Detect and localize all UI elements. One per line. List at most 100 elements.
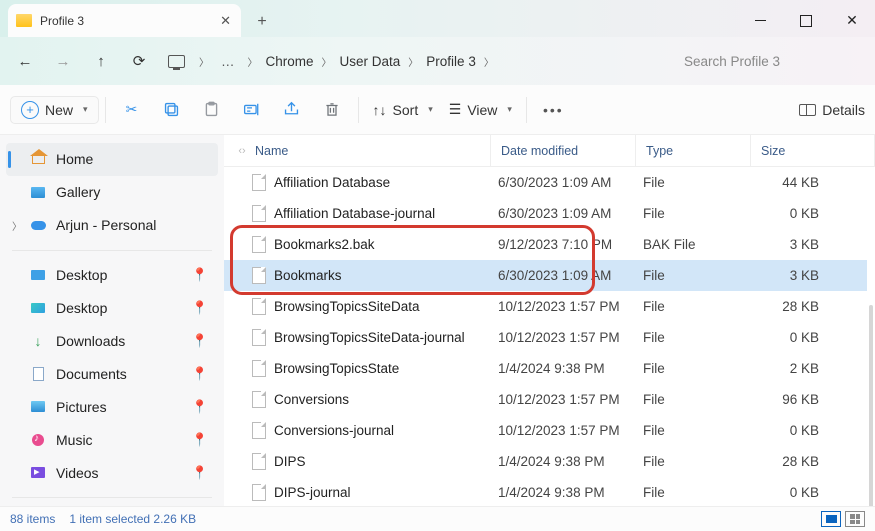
details-pane-button[interactable]: Details xyxy=(799,102,865,118)
table-row[interactable]: BrowsingTopicsSiteData-journal10/12/2023… xyxy=(224,322,867,353)
cut-button[interactable]: ✂ xyxy=(112,101,152,118)
file-date: 9/12/2023 7:10 PM xyxy=(488,237,633,252)
copy-button[interactable] xyxy=(152,101,192,118)
new-button[interactable]: + New ▾ xyxy=(10,96,99,124)
sidebar-item-videos[interactable]: Videos 📍 xyxy=(6,456,218,489)
table-row[interactable]: Conversions-journal10/12/2023 1:57 PMFil… xyxy=(224,415,867,446)
sidebar-item-label: Downloads xyxy=(56,333,125,349)
divider xyxy=(105,97,106,123)
forward-button[interactable]: → xyxy=(44,42,82,80)
pin-icon[interactable]: 📍 xyxy=(192,432,208,448)
rename-button[interactable] xyxy=(232,101,272,118)
share-button[interactable] xyxy=(272,101,312,118)
content-pane: ‹› Name Date modified Type Size Affiliat… xyxy=(224,135,875,506)
view-button[interactable]: ☰ View ▾ xyxy=(441,95,520,124)
sidebar: Home Gallery 〉 Arjun - Personal Desktop … xyxy=(0,135,224,506)
scrollbar[interactable] xyxy=(869,305,873,506)
search-input[interactable]: Search Profile 3 xyxy=(674,45,869,78)
new-tab-button[interactable]: + xyxy=(247,7,277,37)
refresh-button[interactable]: ⟳ xyxy=(120,42,158,80)
body: Home Gallery 〉 Arjun - Personal Desktop … xyxy=(0,135,875,506)
table-row[interactable]: Bookmarks6/30/2023 1:09 AMFile3 KB xyxy=(224,260,867,291)
sidebar-item-documents[interactable]: Documents 📍 xyxy=(6,357,218,390)
paste-button[interactable] xyxy=(192,101,232,118)
sidebar-item-downloads[interactable]: Downloads 📍 xyxy=(6,325,218,358)
column-header-type[interactable]: Type xyxy=(636,135,751,166)
more-button[interactable]: ••• xyxy=(533,102,574,118)
file-type: File xyxy=(633,268,748,283)
file-type: File xyxy=(633,299,748,314)
cloud-icon xyxy=(31,221,46,230)
file-date: 1/4/2024 9:38 PM xyxy=(488,454,633,469)
sidebar-item-music[interactable]: Music 📍 xyxy=(6,423,218,456)
sidebar-item-onedrive[interactable]: 〉 Arjun - Personal xyxy=(6,209,218,242)
delete-button[interactable] xyxy=(312,101,352,118)
sidebar-item-label: Desktop xyxy=(56,267,107,283)
large-icons-view-button[interactable] xyxy=(845,511,865,527)
chevron-right-icon[interactable]: 〉 xyxy=(248,54,258,69)
chevron-right-icon[interactable]: 〉 xyxy=(408,54,418,69)
pin-icon[interactable]: 📍 xyxy=(192,465,208,481)
file-size: 0 KB xyxy=(748,423,867,438)
chevron-right-icon[interactable]: 〉 xyxy=(322,54,332,69)
breadcrumb-item[interactable]: Profile 3 xyxy=(426,54,476,69)
pin-icon[interactable]: 📍 xyxy=(192,399,208,415)
sidebar-item-desktop[interactable]: Desktop 📍 xyxy=(6,292,218,325)
column-header-date[interactable]: Date modified xyxy=(491,135,636,166)
file-name: Affiliation Database xyxy=(274,175,390,190)
sidebar-item-label: Gallery xyxy=(56,184,100,200)
column-header-size[interactable]: Size xyxy=(751,135,875,166)
divider xyxy=(526,97,527,123)
chevron-right-icon[interactable]: 〉 xyxy=(12,218,22,233)
pictures-icon xyxy=(31,401,45,412)
tab[interactable]: Profile 3 ✕ xyxy=(8,4,241,37)
breadcrumb-item[interactable]: User Data xyxy=(340,54,401,69)
pin-icon[interactable]: 📍 xyxy=(192,366,208,382)
sort-button[interactable]: ↑↓ Sort ▾ xyxy=(365,96,441,124)
divider xyxy=(12,250,212,251)
sidebar-item-gallery[interactable]: Gallery xyxy=(6,176,218,209)
folder-icon xyxy=(16,14,32,27)
file-size: 28 KB xyxy=(748,299,867,314)
file-icon xyxy=(252,298,266,315)
details-icon xyxy=(799,104,816,116)
breadcrumb-item[interactable]: Chrome xyxy=(266,54,314,69)
table-row[interactable]: Affiliation Database-journal6/30/2023 1:… xyxy=(224,198,867,229)
chevron-down-icon: ▾ xyxy=(507,104,512,115)
table-row[interactable]: DIPS1/4/2024 9:38 PMFile28 KB xyxy=(224,446,867,477)
file-size: 96 KB xyxy=(748,392,867,407)
close-button[interactable]: ✕ xyxy=(829,4,875,37)
details-view-button[interactable] xyxy=(821,511,841,527)
file-date: 6/30/2023 1:09 AM xyxy=(488,206,633,221)
table-row[interactable]: BrowsingTopicsSiteData10/12/2023 1:57 PM… xyxy=(224,291,867,322)
file-icon xyxy=(252,453,266,470)
maximize-button[interactable] xyxy=(783,4,829,37)
table-row[interactable]: BrowsingTopicsState1/4/2024 9:38 PMFile2… xyxy=(224,353,867,384)
table-row[interactable]: Bookmarks2.bak9/12/2023 7:10 PMBAK File3… xyxy=(224,229,867,260)
tab-close-icon[interactable]: ✕ xyxy=(220,13,231,29)
file-icon xyxy=(252,236,266,253)
file-list[interactable]: Affiliation Database 6/30/2023 1:09 AM Fil… xyxy=(224,167,875,506)
file-date: 10/12/2023 1:57 PM xyxy=(488,299,633,314)
column-header-name[interactable]: Name xyxy=(245,135,491,166)
toolbar: + New ▾ ✂ ↑↓ Sort ▾ ☰ View ▾ ••• Details xyxy=(0,85,875,135)
table-row[interactable]: Conversions10/12/2023 1:57 PMFile96 KB xyxy=(224,384,867,415)
pin-icon[interactable]: 📍 xyxy=(192,267,208,283)
sidebar-item-home[interactable]: Home xyxy=(6,143,218,176)
pin-icon[interactable]: 📍 xyxy=(192,333,208,349)
back-button[interactable]: ← xyxy=(6,42,44,80)
file-name: Conversions xyxy=(274,392,349,407)
sidebar-item-desktop[interactable]: Desktop 📍 xyxy=(6,259,218,292)
sidebar-item-pictures[interactable]: Pictures 📍 xyxy=(6,390,218,423)
minimize-button[interactable] xyxy=(737,4,783,37)
up-button[interactable]: ↑ xyxy=(82,42,120,80)
divider xyxy=(12,497,212,498)
chevron-right-icon[interactable]: 〉 xyxy=(484,54,494,69)
table-row[interactable]: Affiliation Database6/30/2023 1:09 AMFil… xyxy=(224,167,867,198)
file-type: File xyxy=(633,361,748,376)
breadcrumb[interactable]: 〉 … 〉 Chrome 〉 User Data 〉 Profile 3 〉 xyxy=(162,45,664,78)
chevron-right-icon[interactable]: 〉 xyxy=(199,54,209,69)
pin-icon[interactable]: 📍 xyxy=(192,300,208,316)
table-row[interactable]: DIPS-journal1/4/2024 9:38 PMFile0 KB xyxy=(224,477,867,506)
overflow-icon[interactable]: … xyxy=(221,54,236,69)
